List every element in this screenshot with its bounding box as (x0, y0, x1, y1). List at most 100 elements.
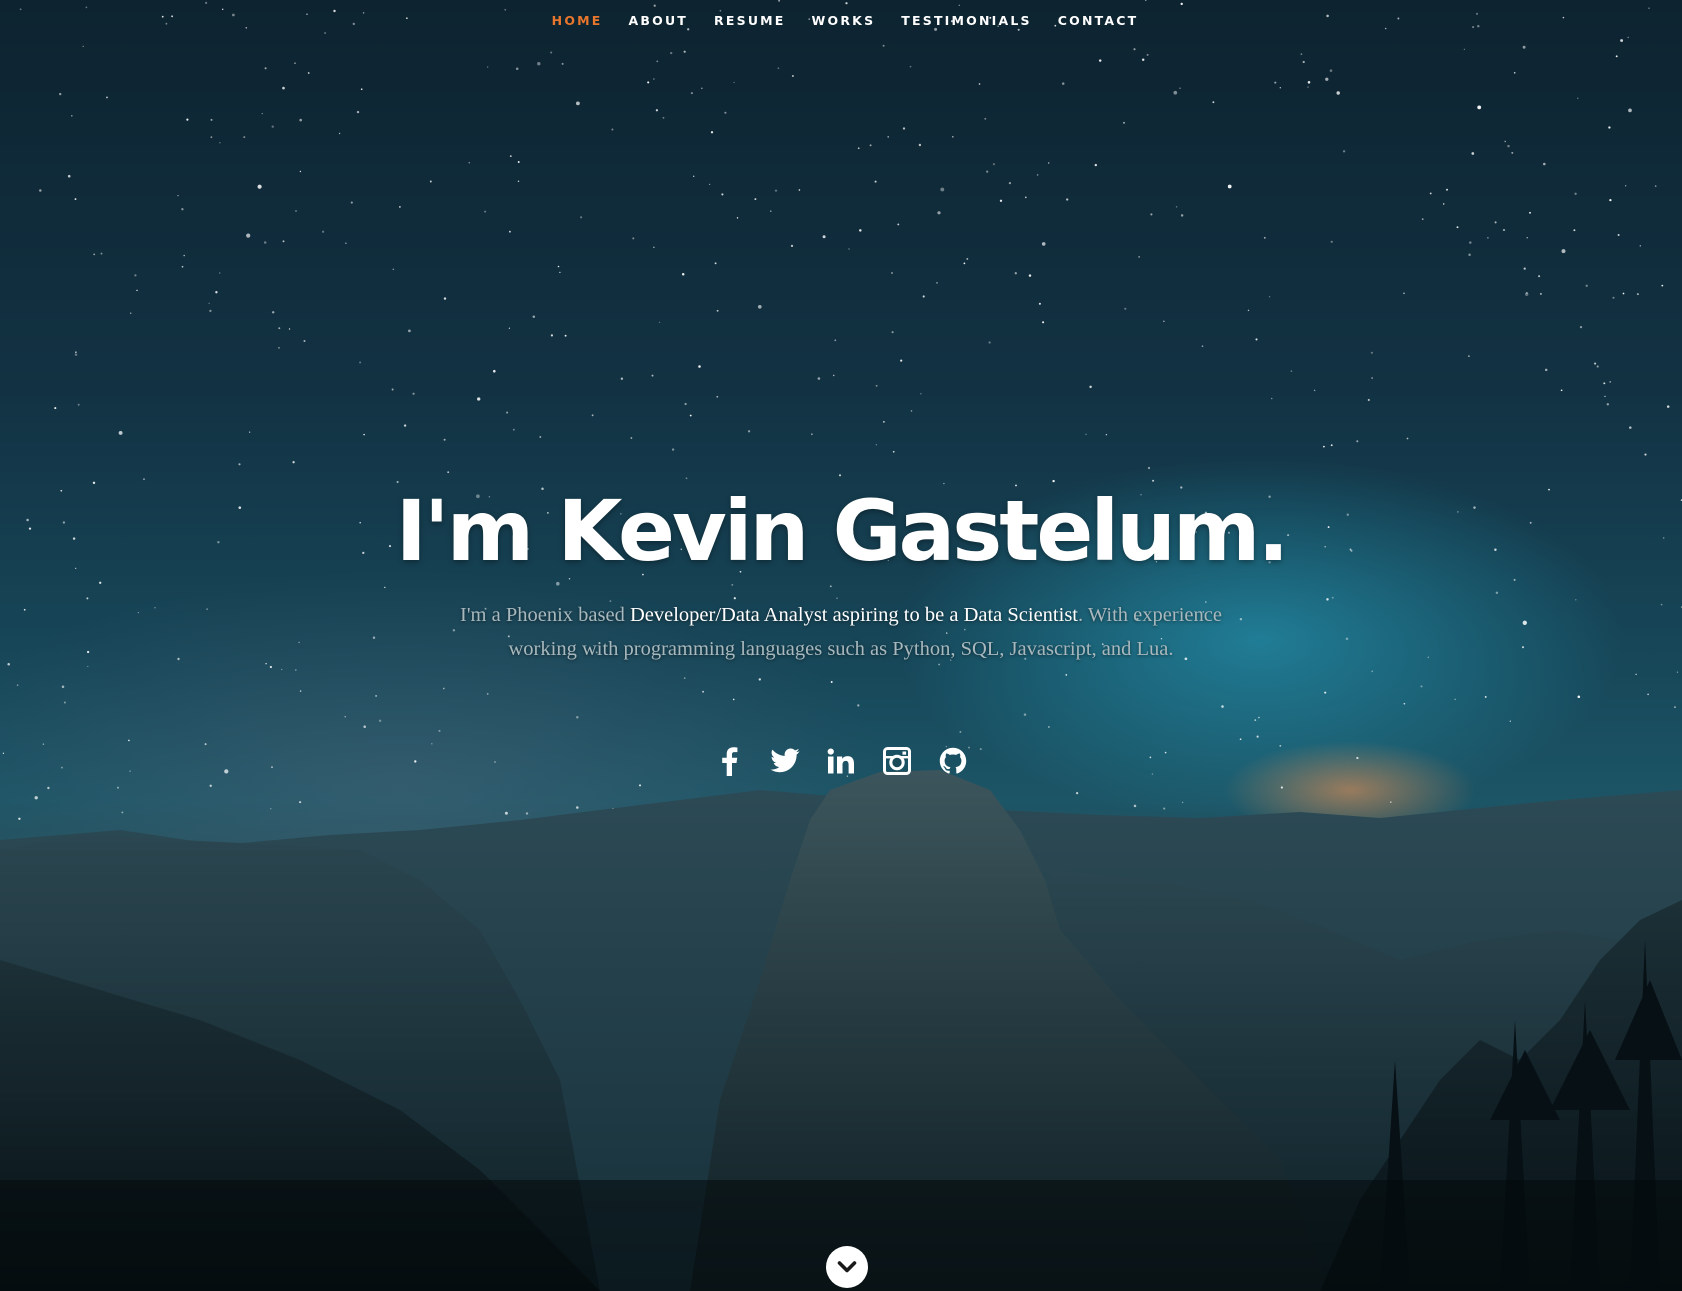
star (359, 361, 362, 364)
star (1544, 368, 1548, 372)
star (106, 96, 108, 99)
star (1212, 101, 1215, 104)
star (517, 180, 520, 183)
star (1603, 382, 1606, 385)
star (757, 304, 762, 309)
star (736, 217, 739, 219)
chevron-down-icon (837, 1261, 857, 1273)
star (403, 424, 407, 427)
star (299, 690, 302, 692)
star (1420, 685, 1423, 688)
star (1509, 720, 1511, 722)
star (299, 801, 302, 804)
star (791, 74, 794, 78)
star (1609, 381, 1611, 383)
star (67, 174, 71, 178)
nav-item-works[interactable]: WORKS (812, 13, 876, 28)
star (662, 116, 665, 119)
star (611, 128, 614, 131)
star (988, 341, 991, 344)
star (177, 194, 179, 197)
twitter-icon[interactable] (768, 744, 802, 778)
star (1041, 242, 1046, 246)
star (576, 715, 579, 719)
star (537, 62, 541, 66)
star (1367, 398, 1370, 402)
star (978, 83, 981, 85)
star (681, 273, 685, 276)
star (1371, 670, 1374, 673)
star (1066, 198, 1069, 201)
star (963, 262, 966, 265)
nav-item-contact[interactable]: CONTACT (1058, 13, 1139, 28)
star (363, 725, 366, 728)
star (1674, 706, 1676, 708)
star (716, 309, 719, 312)
star (1596, 365, 1599, 368)
star (16, 684, 19, 686)
star (733, 81, 735, 84)
star (684, 402, 687, 406)
star (263, 241, 267, 244)
star (1606, 403, 1610, 406)
star (1575, 599, 1577, 601)
star (1326, 598, 1329, 601)
instagram-icon[interactable] (880, 744, 914, 778)
star (1471, 152, 1475, 155)
star (1255, 338, 1258, 341)
github-icon[interactable] (936, 744, 970, 778)
star (447, 471, 450, 474)
star (1543, 162, 1546, 166)
star (1124, 307, 1127, 310)
scroll-down-button[interactable] (826, 1246, 868, 1288)
star (442, 687, 445, 690)
star (1526, 237, 1528, 239)
star (1585, 284, 1588, 287)
star (1629, 426, 1632, 429)
star (206, 608, 208, 610)
star (257, 184, 262, 189)
star (1468, 253, 1471, 256)
star (82, 45, 84, 48)
star (900, 359, 903, 362)
star (1463, 48, 1466, 51)
star (1065, 674, 1068, 676)
star (1008, 182, 1012, 185)
star (1615, 55, 1618, 58)
star (154, 607, 156, 609)
star (670, 51, 673, 55)
star (1023, 713, 1027, 716)
facebook-icon[interactable] (712, 744, 746, 778)
star (1579, 325, 1583, 329)
nav-item-testimonials[interactable]: TESTIMONIALS (901, 13, 1031, 28)
star (1454, 698, 1456, 700)
star (1179, 87, 1181, 89)
star (539, 436, 542, 438)
star (758, 678, 761, 681)
nav-item-resume[interactable]: RESUME (714, 13, 786, 28)
star (630, 437, 633, 439)
star (74, 198, 77, 201)
star (412, 392, 415, 395)
star (264, 67, 267, 70)
star (1147, 466, 1151, 470)
star (1181, 801, 1184, 804)
star (986, 170, 989, 173)
star (281, 668, 283, 671)
star (532, 315, 536, 319)
star (1180, 214, 1184, 217)
starfield-background (2, 0, 1682, 821)
star (658, 321, 661, 323)
star (690, 92, 693, 95)
star (307, 72, 310, 74)
star (653, 246, 655, 249)
star (966, 257, 969, 260)
linkedin-icon[interactable] (824, 744, 858, 778)
star (18, 817, 21, 821)
star (1048, 726, 1050, 728)
star (1123, 121, 1125, 124)
star (897, 223, 900, 226)
nav-item-home[interactable]: HOME (552, 13, 603, 28)
nav-item-about[interactable]: ABOUT (629, 13, 689, 28)
star (87, 665, 89, 668)
